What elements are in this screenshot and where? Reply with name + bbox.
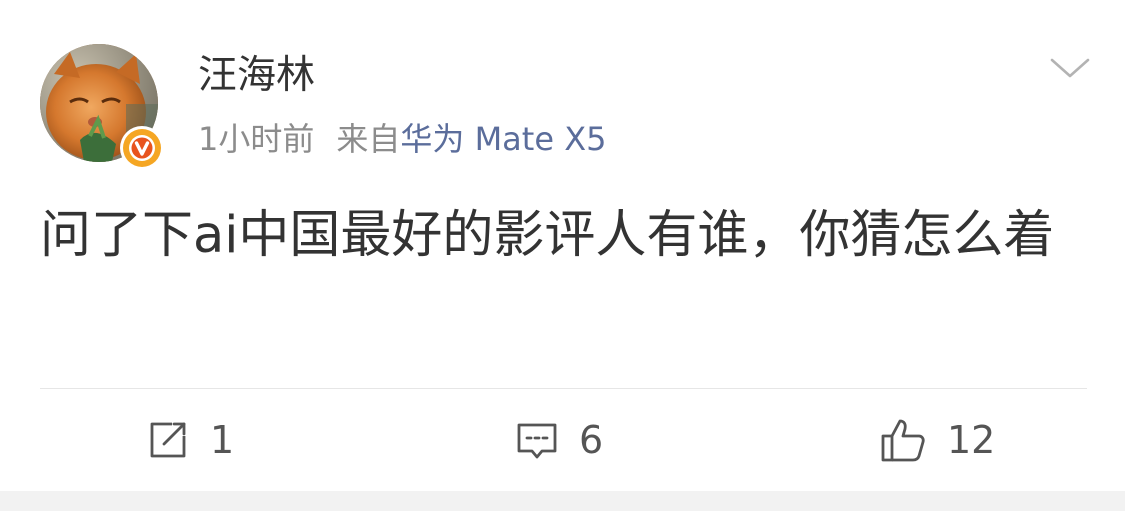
source-device-link[interactable]: 华为 Mate X5 — [400, 120, 606, 158]
thumbs-up-icon — [881, 419, 925, 462]
like-button[interactable]: 12 — [879, 412, 995, 468]
author-name[interactable]: 汪海林 — [198, 48, 315, 104]
comment-button[interactable]: 6 — [515, 412, 603, 468]
footer-separator — [0, 491, 1125, 511]
repost-button[interactable]: 1 — [146, 412, 234, 468]
divider — [40, 388, 1087, 389]
repost-icon — [150, 422, 186, 458]
post-meta: 1小时前 来自华为 Mate X5 — [198, 116, 606, 162]
repost-count: 1 — [210, 418, 235, 462]
post-time: 1小时前 — [198, 120, 315, 158]
post-text: 问了下ai中国最好的影评人有谁，你猜怎么着 — [40, 206, 1055, 265]
chevron-down-icon[interactable] — [1046, 52, 1094, 84]
like-count: 12 — [947, 418, 996, 462]
verified-badge — [120, 126, 164, 170]
comment-icon — [517, 423, 557, 459]
source-prefix: 来自 — [336, 120, 401, 158]
comment-count: 6 — [579, 418, 604, 462]
verified-v-icon — [123, 129, 161, 167]
weibo-post-card: 汪海林 1小时前 来自华为 Mate X5 问了下ai中国最好的影评人有谁，你猜怎… — [0, 0, 1125, 511]
